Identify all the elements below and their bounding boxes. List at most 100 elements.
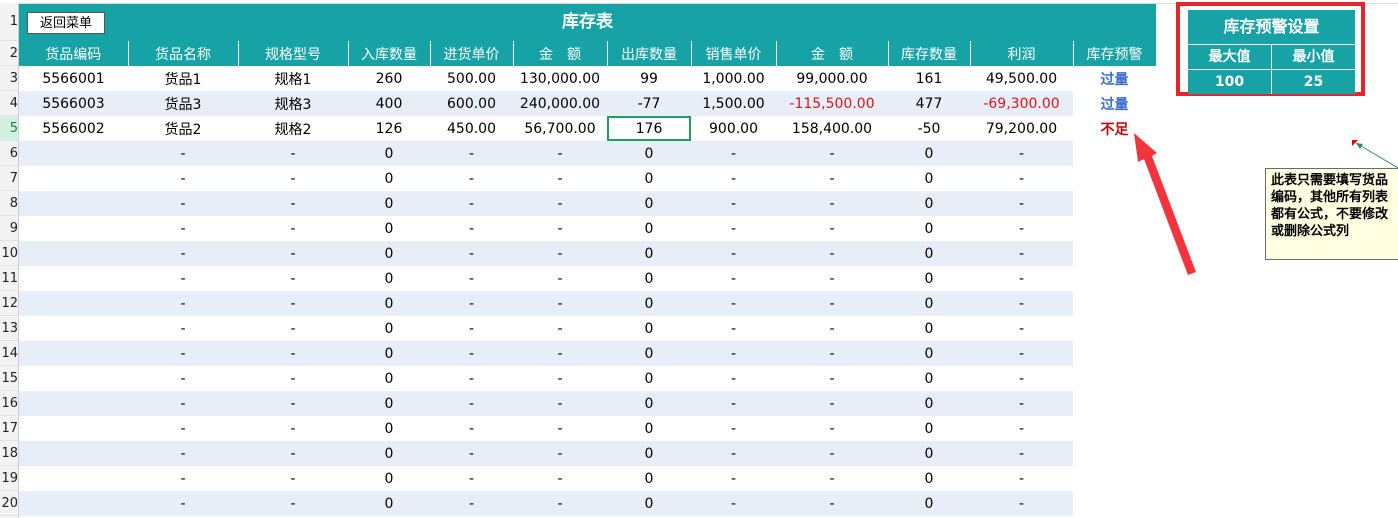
table-cell[interactable]: 0 [888, 316, 970, 341]
table-cell[interactable]: 不足 [1073, 116, 1156, 141]
table-cell[interactable]: - [970, 416, 1073, 441]
row-number[interactable]: 18 [0, 441, 18, 466]
table-cell[interactable] [1073, 391, 1156, 416]
table-cell[interactable]: - [691, 491, 776, 516]
table-cell[interactable]: 0 [348, 191, 430, 216]
table-cell[interactable]: 0 [607, 166, 691, 191]
table-cell[interactable]: - [238, 241, 348, 266]
table-cell[interactable]: 0 [888, 341, 970, 366]
table-cell[interactable]: 0 [348, 266, 430, 291]
table-cell[interactable]: - [776, 241, 888, 266]
table-cell[interactable]: - [128, 166, 238, 191]
table-cell[interactable]: - [970, 441, 1073, 466]
table-cell[interactable]: - [776, 316, 888, 341]
table-cell[interactable] [19, 141, 128, 166]
row-number[interactable]: 13 [0, 316, 18, 341]
column-header[interactable]: 出库数量 [607, 41, 692, 66]
table-cell[interactable]: - [238, 466, 348, 491]
row-number[interactable]: 5 [0, 116, 18, 141]
table-cell[interactable]: 161 [888, 66, 970, 91]
table-cell[interactable]: - [238, 291, 348, 316]
table-cell[interactable]: 过量 [1073, 91, 1156, 116]
table-cell[interactable] [1073, 241, 1156, 266]
table-cell[interactable]: 0 [888, 141, 970, 166]
table-cell[interactable]: - [776, 491, 888, 516]
table-cell[interactable]: 5566003 [19, 91, 128, 116]
table-cell[interactable] [1073, 191, 1156, 216]
table-cell[interactable]: 0 [888, 241, 970, 266]
table-cell[interactable]: - [238, 266, 348, 291]
table-cell[interactable]: 0 [607, 391, 691, 416]
table-cell[interactable]: 400 [348, 91, 430, 116]
row-number[interactable]: 10 [0, 241, 18, 266]
table-cell[interactable] [19, 391, 128, 416]
table-cell[interactable]: - [238, 341, 348, 366]
table-cell[interactable] [19, 316, 128, 341]
table-cell[interactable]: 0 [348, 291, 430, 316]
table-cell[interactable]: - [128, 266, 238, 291]
table-cell[interactable]: 0 [888, 441, 970, 466]
table-cell[interactable]: 规格2 [238, 116, 348, 141]
table-cell[interactable]: 0 [607, 316, 691, 341]
table-cell[interactable]: - [776, 291, 888, 316]
table-cell[interactable]: 79,200.00 [970, 116, 1073, 141]
min-value-cell[interactable]: 25 [1271, 69, 1355, 94]
table-cell[interactable]: - [430, 391, 513, 416]
table-cell[interactable] [19, 466, 128, 491]
table-cell[interactable]: 5566002 [19, 116, 128, 141]
table-cell[interactable] [19, 441, 128, 466]
table-cell[interactable]: - [691, 416, 776, 441]
table-cell[interactable]: - [238, 166, 348, 191]
table-cell[interactable]: - [776, 366, 888, 391]
table-cell[interactable]: - [776, 416, 888, 441]
column-header[interactable]: 进货单价 [430, 41, 514, 66]
table-cell[interactable]: - [776, 216, 888, 241]
table-cell[interactable]: - [691, 191, 776, 216]
table-cell[interactable]: - [513, 491, 607, 516]
table-cell[interactable]: 0 [348, 241, 430, 266]
table-cell[interactable]: 1,000.00 [691, 66, 776, 91]
table-cell[interactable]: - [691, 291, 776, 316]
table-cell[interactable]: 500.00 [430, 66, 513, 91]
table-cell[interactable]: - [430, 466, 513, 491]
table-cell[interactable]: - [238, 491, 348, 516]
table-cell[interactable]: - [238, 366, 348, 391]
table-cell[interactable] [1073, 341, 1156, 366]
table-cell[interactable]: - [691, 216, 776, 241]
table-cell[interactable]: - [691, 466, 776, 491]
table-cell[interactable]: - [238, 216, 348, 241]
row-number[interactable]: 11 [0, 266, 18, 291]
table-cell[interactable]: 0 [607, 216, 691, 241]
table-cell[interactable]: - [970, 266, 1073, 291]
table-cell[interactable]: 56,700.00 [513, 116, 607, 141]
table-cell[interactable]: - [430, 191, 513, 216]
table-cell[interactable]: 126 [348, 116, 430, 141]
table-cell[interactable]: 0 [348, 366, 430, 391]
table-cell[interactable] [1073, 266, 1156, 291]
table-cell[interactable]: 0 [348, 441, 430, 466]
column-header[interactable]: 规格型号 [238, 41, 349, 66]
row-number[interactable]: 9 [0, 216, 18, 241]
table-cell[interactable] [19, 241, 128, 266]
column-header[interactable]: 库存数量 [888, 41, 971, 66]
table-cell[interactable]: - [513, 391, 607, 416]
table-cell[interactable]: - [128, 241, 238, 266]
table-cell[interactable]: 130,000.00 [513, 66, 607, 91]
table-cell[interactable]: -77 [607, 91, 691, 116]
table-cell[interactable]: - [513, 466, 607, 491]
table-cell[interactable]: 规格3 [238, 91, 348, 116]
table-cell[interactable]: - [128, 491, 238, 516]
table-cell[interactable] [1073, 441, 1156, 466]
table-cell[interactable]: - [691, 141, 776, 166]
table-cell[interactable]: 0 [888, 366, 970, 391]
table-cell[interactable]: 0 [888, 166, 970, 191]
table-cell[interactable] [1073, 291, 1156, 316]
table-cell[interactable]: - [430, 491, 513, 516]
table-cell[interactable]: 0 [348, 141, 430, 166]
table-cell[interactable] [1073, 216, 1156, 241]
column-header[interactable]: 利润 [970, 41, 1074, 66]
row-number[interactable]: 4 [0, 91, 18, 116]
table-cell[interactable]: - [691, 241, 776, 266]
table-cell[interactable]: - [691, 441, 776, 466]
table-cell[interactable]: - [238, 441, 348, 466]
